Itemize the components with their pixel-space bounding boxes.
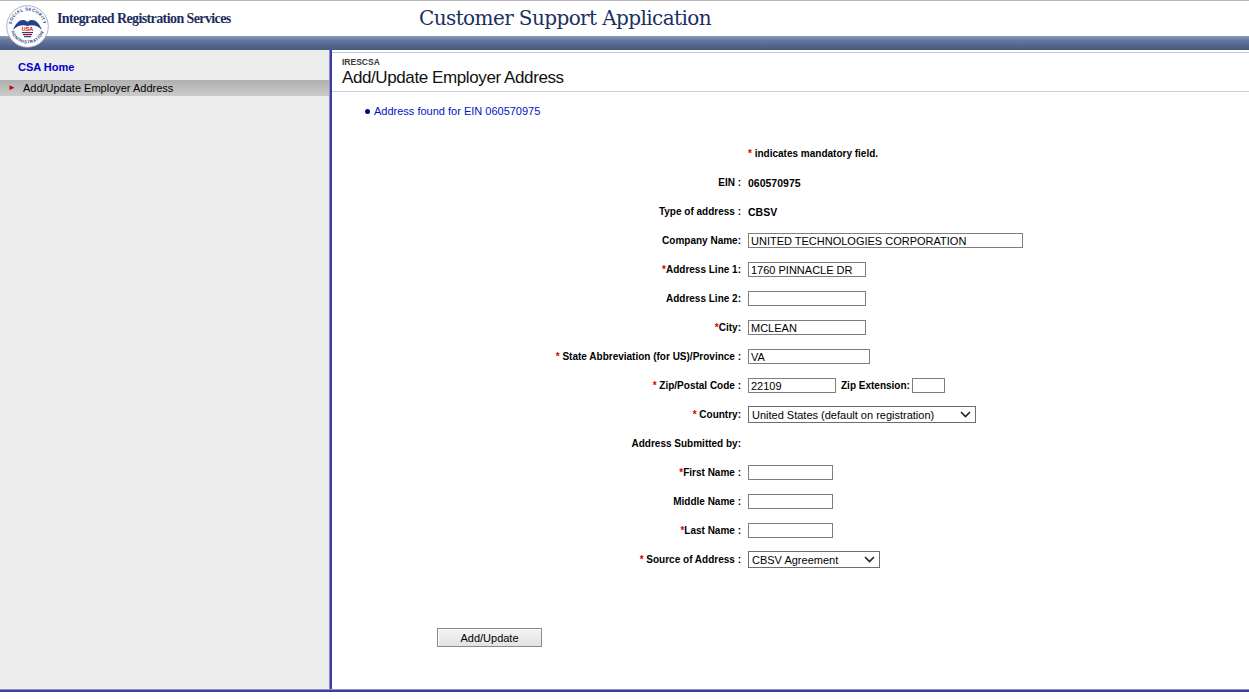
field-country: * Country: United States (default on reg…: [332, 400, 1249, 429]
field-type-of-address: Type of address : CBSV: [332, 197, 1249, 226]
field-source-of-address: * Source of Address : CBSV Agreement: [332, 545, 1249, 574]
field-zip-postal-code: * Zip/Postal Code : Zip Extension:: [332, 371, 1249, 400]
address-found-link[interactable]: Address found for EIN 060570975: [374, 105, 540, 117]
svg-text:USA: USA: [22, 26, 34, 32]
field-company-name: Company Name:: [332, 226, 1249, 255]
source-of-address-select[interactable]: CBSV Agreement: [748, 551, 880, 568]
employer-address-form: * indicates mandatory field. EIN : 06057…: [332, 139, 1249, 574]
chevron-down-icon: [960, 411, 971, 418]
app-title: Customer Support Application: [419, 6, 711, 30]
ein-value: 060570975: [748, 177, 801, 189]
add-update-button[interactable]: Add/Update: [437, 628, 542, 647]
selected-arrow-icon: ►: [8, 84, 16, 92]
content-area: IRESCSA Add/Update Employer Address Addr…: [332, 50, 1249, 689]
field-address-line-1: *Address Line 1:: [332, 255, 1249, 284]
field-address-line-2: Address Line 2:: [332, 284, 1249, 313]
country-select[interactable]: United States (default on registration): [748, 406, 976, 423]
address-line-2-input[interactable]: [748, 291, 866, 306]
sidebar-item-csa-home[interactable]: CSA Home: [18, 61, 329, 73]
first-name-input[interactable]: [748, 465, 833, 480]
field-first-name: *First Name :: [332, 458, 1249, 487]
brand-name: Integrated Registration Services: [57, 11, 231, 27]
message-item: Address found for EIN 060570975: [374, 105, 1249, 117]
state-province-input[interactable]: [748, 349, 870, 364]
company-name-input[interactable]: [748, 233, 1023, 248]
field-middle-name: Middle Name :: [332, 487, 1249, 516]
ssa-seal-logo: SOCIAL SECURITY ADMINISTRATION USA: [6, 5, 49, 48]
sidebar-item-label: Add/Update Employer Address: [23, 82, 173, 94]
type-of-address-value: CBSV: [748, 206, 777, 218]
app-header: SOCIAL SECURITY ADMINISTRATION USA Integ…: [0, 0, 1249, 36]
footer-line: [0, 689, 1249, 692]
sidebar-item-add-update-employer-address[interactable]: ► Add/Update Employer Address: [0, 80, 329, 96]
address-line-1-input[interactable]: [748, 262, 866, 277]
field-city: *City:: [332, 313, 1249, 342]
city-input[interactable]: [748, 320, 866, 335]
chevron-down-icon: [864, 556, 875, 563]
mandatory-note: * indicates mandatory field.: [332, 139, 1249, 168]
message-list: Address found for EIN 060570975: [374, 105, 1249, 117]
last-name-input[interactable]: [748, 523, 833, 538]
zip-postal-code-input[interactable]: [748, 378, 836, 393]
field-address-submitted-by: Address Submitted by:: [332, 429, 1249, 458]
zip-extension-input[interactable]: [912, 378, 945, 393]
field-state-province: * State Abbreviation (for US)/Province :: [332, 342, 1249, 371]
content-header: IRESCSA Add/Update Employer Address: [332, 52, 1249, 92]
field-last-name: *Last Name :: [332, 516, 1249, 545]
header-bar: [0, 36, 1249, 50]
middle-name-input[interactable]: [748, 494, 833, 509]
app-code: IRESCSA: [342, 57, 1249, 67]
field-ein: EIN : 060570975: [332, 168, 1249, 197]
sidebar: CSA Home ► Add/Update Employer Address: [0, 50, 329, 689]
zip-extension-label: Zip Extension:: [841, 380, 910, 391]
page-title: Add/Update Employer Address: [342, 68, 1249, 88]
